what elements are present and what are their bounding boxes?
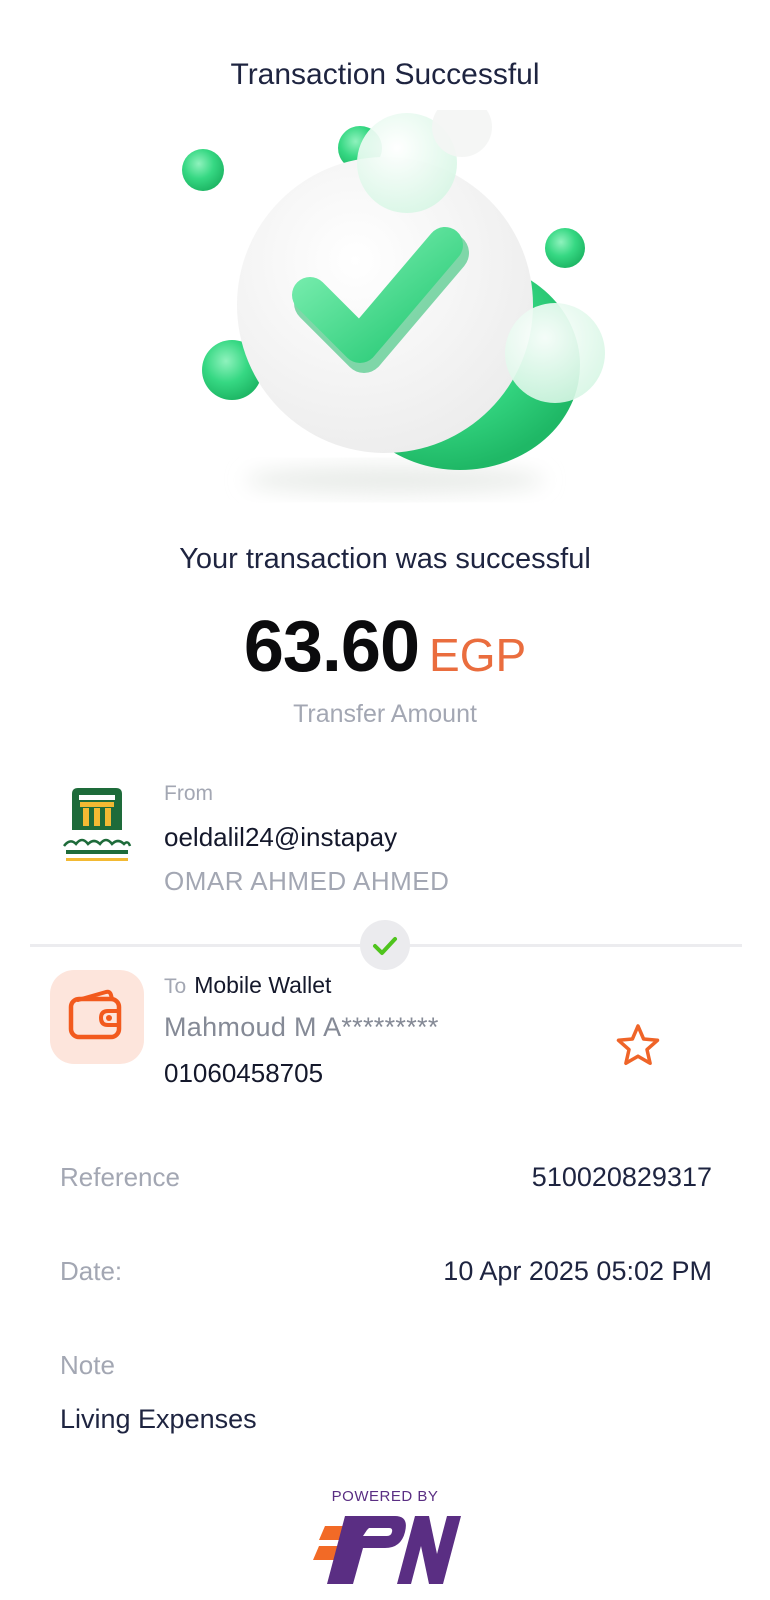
- powered-by-label: POWERED BY: [331, 1488, 439, 1505]
- recipient-type: Mobile Wallet: [194, 972, 332, 998]
- transfer-amount: 63.60 EGP: [0, 606, 770, 688]
- amount-value: 63.60: [243, 607, 420, 687]
- date-label: Date:: [60, 1256, 123, 1286]
- amount-currency: EGP: [429, 629, 527, 681]
- checkmark-icon: [373, 937, 397, 955]
- wallet-tile: [50, 970, 144, 1064]
- wallet-icon: [68, 989, 122, 1040]
- success-check-illustration: [182, 110, 605, 494]
- note-value: Living Expenses: [60, 1404, 257, 1434]
- page-title: Transaction Successful: [230, 58, 540, 91]
- date-value: 10 Apr 2025 05:02 PM: [443, 1256, 712, 1286]
- from-label: From: [164, 782, 213, 805]
- success-headline: Your transaction was successful: [179, 543, 591, 575]
- recipient-number: 01060458705: [164, 1058, 324, 1088]
- reference-label: Reference: [60, 1162, 180, 1192]
- transfer-check-badge: [360, 920, 410, 970]
- ipn-logo-icon: [313, 1516, 461, 1584]
- sender-handle: oeldalil24@instapay: [164, 822, 398, 852]
- bank-logo-icon: [63, 788, 132, 861]
- recipient-name: Mahmoud M A*********: [164, 1012, 439, 1042]
- reference-value: 510020829317: [531, 1162, 712, 1192]
- to-label: To: [164, 975, 187, 998]
- note-label: Note: [60, 1350, 115, 1380]
- recipient-type-row: To Mobile Wallet: [164, 972, 331, 999]
- favorite-star-icon[interactable]: [615, 1022, 661, 1068]
- sender-name: OMAR AHMED AHMED: [164, 866, 450, 896]
- amount-caption: Transfer Amount: [293, 700, 477, 728]
